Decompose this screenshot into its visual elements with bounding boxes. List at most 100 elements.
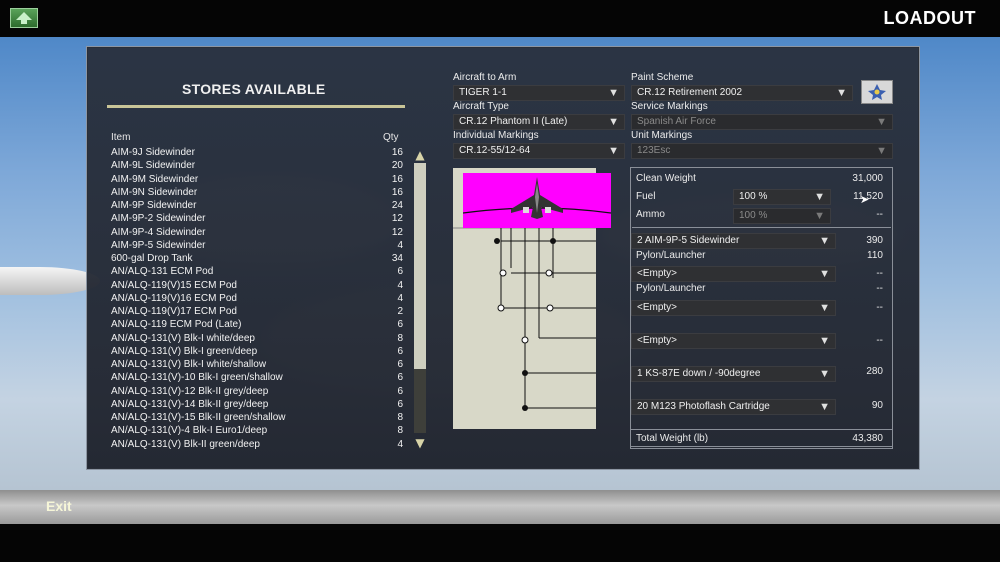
store-list-item[interactable]: AN/ALQ-119 ECM Pod (Late) 6 (111, 318, 403, 331)
store-item-name: AIM-9P-4 Sidewinder (111, 226, 206, 238)
chevron-down-icon: ▼ (876, 145, 887, 157)
fuel-percent-value: 100 % (739, 191, 768, 202)
ammo-weight-value: -- (876, 209, 883, 220)
weights-divider (632, 227, 891, 228)
store-list-item[interactable]: AN/ALQ-119(V)16 ECM Pod 4 (111, 292, 403, 305)
station-2-weight: -- (876, 268, 883, 279)
station-6-weight: 90 (871, 400, 883, 411)
store-list-item[interactable]: AN/ALQ-131(V) Blk-I white/shallow 6 (111, 358, 403, 371)
aircraft-type-value: CR.12 Phantom II (Late) (459, 116, 568, 127)
ammo-percent-value: 100 % (739, 210, 768, 221)
station-2-pylon-weight: -- (876, 283, 883, 294)
aircraft-to-arm-select[interactable]: TIGER 1-1 ▼ (453, 85, 625, 101)
station-1-select[interactable]: 2 AIM-9P-5 Sidewinder ▼ (631, 233, 836, 249)
service-markings-value: Spanish Air Force (637, 116, 716, 127)
ammo-percent-select[interactable]: 100 % ▼ (733, 208, 831, 224)
store-item-qty: 16 (391, 173, 403, 185)
total-weight-value: 43,380 (852, 433, 883, 444)
mouse-cursor-icon: ➤ (860, 193, 870, 206)
bottom-bar: Exit (0, 490, 1000, 524)
store-list-item[interactable]: AIM-9J Sidewinder 16 (111, 146, 403, 159)
store-item-qty: 24 (391, 200, 403, 212)
scrollbar[interactable] (414, 163, 426, 433)
store-list-item[interactable]: AN/ALQ-131 ECM Pod 6 (111, 265, 403, 278)
aircraft-type-select[interactable]: CR.12 Phantom II (Late) ▼ (453, 114, 625, 130)
store-item-qty: 6 (397, 372, 403, 384)
station-2-select[interactable]: <Empty> ▼ (631, 266, 836, 282)
store-list-item[interactable]: AIM-9P-2 Sidewinder 12 (111, 212, 403, 225)
store-item-name: AIM-9N Sidewinder (111, 186, 198, 198)
store-list-item[interactable]: AN/ALQ-131(V)-14 Blk-II grey/deep 6 (111, 398, 403, 411)
clean-weight-label: Clean Weight (636, 173, 696, 184)
clean-weight-value: 31,000 (852, 173, 883, 184)
store-item-qty: 6 (397, 359, 403, 371)
store-list-item[interactable]: AN/ALQ-131(V) Blk-I green/deep 6 (111, 345, 403, 358)
store-list-item[interactable]: AN/ALQ-131(V)-15 Blk-II green/shallow 8 (111, 411, 403, 424)
service-markings-select[interactable]: Spanish Air Force ▼ (631, 114, 893, 130)
store-list-item[interactable]: AIM-9P Sidewinder 24 (111, 199, 403, 212)
individual-markings-select[interactable]: CR.12-55/12-64 ▼ (453, 143, 625, 159)
store-list-item[interactable]: AIM-9L Sidewinder 20 (111, 159, 403, 172)
store-item-qty: 4 (397, 279, 403, 291)
store-list-item[interactable]: AN/ALQ-131(V)-12 Blk-II grey/deep 6 (111, 385, 403, 398)
store-list-item[interactable]: AN/ALQ-131(V)-10 Blk-I green/shallow 6 (111, 371, 403, 384)
store-list-item[interactable]: AIM-9N Sidewinder 16 (111, 186, 403, 199)
store-item-qty: 8 (397, 332, 403, 344)
station-1-weight: 390 (866, 235, 883, 246)
unit-markings-value: 123Esc (637, 145, 671, 156)
scroll-down-icon[interactable]: ▼ (412, 437, 428, 449)
aircraft-to-arm-label: Aircraft to Arm (453, 72, 517, 83)
store-item-name: AN/ALQ-119 ECM Pod (Late) (111, 319, 242, 331)
station-6-select[interactable]: 20 M123 Photoflash Cartridge ▼ (631, 399, 836, 415)
station-4-value: <Empty> (637, 335, 678, 346)
missile-image (0, 267, 100, 295)
store-item-name: AN/ALQ-119(V)16 ECM Pod (111, 292, 237, 304)
store-list-item[interactable]: 600-gal Drop Tank 34 (111, 252, 403, 265)
store-list-item[interactable]: AN/ALQ-131(V) Blk-II green/deep 4 (111, 438, 403, 451)
station-1-value: 2 AIM-9P-5 Sidewinder (637, 235, 740, 246)
station-5-select[interactable]: 1 KS-87E down / -90degree ▼ (631, 366, 836, 382)
store-list-item[interactable]: AN/ALQ-119(V)17 ECM Pod 2 (111, 305, 403, 318)
exit-button[interactable]: Exit (46, 498, 72, 514)
title-divider (107, 105, 405, 108)
unit-markings-select[interactable]: 123Esc ▼ (631, 143, 893, 159)
store-item-qty: 4 (397, 239, 403, 251)
store-list-item[interactable]: AN/ALQ-131(V)-4 Blk-I Euro1/deep 8 (111, 424, 403, 437)
stores-title: STORES AVAILABLE (182, 81, 326, 97)
up-arrow-icon[interactable] (10, 8, 38, 28)
station-3-select[interactable]: <Empty> ▼ (631, 300, 836, 316)
scrollbar-thumb[interactable] (414, 369, 426, 433)
footer-bar (0, 524, 1000, 562)
store-item-name: AN/ALQ-131(V)-14 Blk-II grey/deep (111, 398, 269, 410)
store-item-name: AN/ALQ-131(V)-12 Blk-II grey/deep (111, 385, 269, 397)
station-4-select[interactable]: <Empty> ▼ (631, 333, 836, 349)
paint-scheme-select[interactable]: CR.12 Retirement 2002 ▼ (631, 85, 853, 101)
loadout-panel: STORES AVAILABLE Item Qty AIM-9J Sidewin… (86, 46, 920, 470)
item-column-header: Item (111, 132, 131, 143)
aircraft-top-view (462, 173, 612, 228)
top-bar: LOADOUT (0, 0, 1000, 37)
page-title: LOADOUT (883, 8, 976, 28)
store-list-item[interactable]: AIM-9P-4 Sidewinder 12 (111, 226, 403, 239)
chevron-down-icon: ▼ (814, 191, 825, 203)
store-item-name: AIM-9P Sidewinder (111, 200, 197, 212)
station-2-value: <Empty> (637, 268, 678, 279)
scroll-up-icon[interactable]: ▲ (412, 149, 428, 161)
store-item-qty: 8 (397, 425, 403, 437)
aircraft-to-arm-value: TIGER 1-1 (459, 87, 507, 98)
store-item-qty: 6 (397, 319, 403, 331)
qty-column-header: Qty (383, 132, 399, 143)
store-list-item[interactable]: AN/ALQ-119(V)15 ECM Pod 4 (111, 279, 403, 292)
store-item-qty: 6 (397, 345, 403, 357)
store-item-qty: 16 (391, 186, 403, 198)
store-item-qty: 12 (391, 226, 403, 238)
fuel-percent-select[interactable]: 100 % ▼ (733, 189, 831, 205)
store-list-item[interactable]: AIM-9P-5 Sidewinder 4 (111, 239, 403, 252)
fuel-weight-value: 11,520 (853, 191, 883, 202)
store-list-item[interactable]: AIM-9M Sidewinder 16 (111, 173, 403, 186)
store-item-qty: 8 (397, 412, 403, 424)
store-list-item[interactable]: AN/ALQ-131(V) Blk-I white/deep 8 (111, 332, 403, 345)
squadron-emblem-icon[interactable] (861, 80, 893, 104)
station-5-value: 1 KS-87E down / -90degree (637, 368, 761, 379)
store-item-name: AN/ALQ-131(V) Blk-I white/deep (111, 332, 255, 344)
